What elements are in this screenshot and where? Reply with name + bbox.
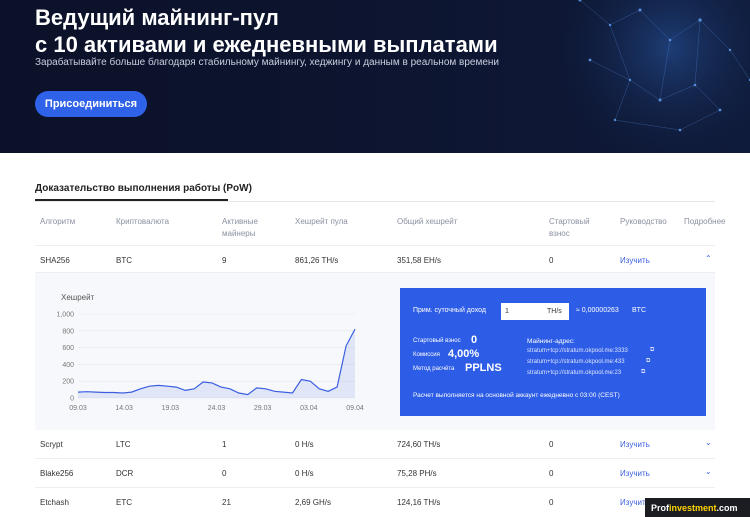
row-coin: LTC: [116, 440, 131, 449]
row-miners: 1: [222, 440, 227, 449]
series-area: [78, 329, 355, 398]
row-algorithm: Etchash: [40, 498, 69, 507]
y-tick-label: 400: [62, 362, 74, 369]
guide-link[interactable]: Изучить: [620, 469, 650, 478]
payout-note: Расчет выполняется на основной аккаунт е…: [413, 392, 620, 399]
income-currency: BTC: [632, 307, 646, 314]
mining-address: stratum+tcp://stratum.okpool.me:23: [527, 370, 622, 376]
guide-link[interactable]: Изучить: [620, 256, 650, 265]
start-fee-label: Стартовый взнос: [413, 338, 461, 344]
header-start-line1: Стартовый: [549, 217, 590, 226]
mining-address: stratum+tcp://stratum.okpool.me:433: [527, 359, 625, 365]
mining-address: stratum+tcp://stratum.okpool.me:3333: [527, 348, 628, 354]
chevron-down-icon[interactable]: ⌄: [705, 438, 712, 447]
chevron-down-icon[interactable]: ⌄: [705, 467, 712, 476]
copy-icon[interactable]: ⧉: [650, 347, 654, 354]
table-row[interactable]: Etchash ETC 21 2,69 GH/s 124,16 TH/s 0 И…: [35, 488, 715, 517]
row-coin: DCR: [116, 469, 134, 478]
hero-title-line2: с 10 активами и ежедневными выплатами: [35, 32, 498, 57]
row-algorithm: Scrypt: [40, 440, 63, 449]
method-label: Метод расчёта: [413, 366, 455, 372]
chevron-up-icon[interactable]: ⌃: [705, 254, 712, 263]
row-start-fee: 0: [549, 256, 554, 265]
hero-title-line1: Ведущий майнинг-пул: [35, 5, 279, 30]
header-start-line2: взнос: [549, 229, 570, 238]
start-fee-value: 0: [471, 334, 478, 346]
row-pool-hashrate: 2,69 GH/s: [295, 498, 332, 507]
income-label: Прим. суточный доход: [413, 307, 486, 314]
x-tick-label: 29.03: [254, 405, 272, 412]
copy-icon[interactable]: ⧉: [646, 358, 650, 365]
x-tick-label: 03.04: [300, 405, 318, 412]
header-guide: Руководство: [620, 217, 667, 226]
hashrate-unit: TH/s: [547, 308, 562, 315]
table-row[interactable]: SHA256 BTC 9 861,26 TH/s 351,58 EH/s 0 И…: [35, 245, 715, 273]
row-pool-hashrate: 861,26 TH/s: [295, 256, 339, 265]
header-algorithm: Алгоритм: [40, 217, 76, 226]
method-value: PPLNS: [465, 362, 502, 374]
row-pool-hashrate: 0 H/s: [295, 469, 314, 478]
commission-value: 4,00%: [448, 348, 480, 360]
mining-address-label: Майнинг-адрес:: [527, 338, 575, 345]
row-total-hashrate: 724,60 TH/s: [397, 440, 441, 449]
row-coin: BTC: [116, 256, 132, 265]
table-row[interactable]: Scrypt LTC 1 0 H/s 724,60 TH/s 0 Изучить…: [35, 430, 715, 459]
watermark-suffix: .com: [716, 502, 738, 513]
watermark-logo: Prof investment .com: [645, 498, 750, 517]
header-active-line1: Активные: [222, 217, 258, 226]
join-button[interactable]: Присоединиться: [35, 91, 147, 117]
commission-label: Комиссия: [413, 352, 440, 358]
x-tick-label: 19.03: [162, 405, 180, 412]
copy-icon[interactable]: ⧉: [641, 369, 645, 376]
row-total-hashrate: 75,28 PH/s: [397, 469, 437, 478]
row-miners: 0: [222, 469, 227, 478]
header-more: Подробнее: [684, 217, 726, 226]
x-tick-label: 09.04: [346, 405, 364, 412]
row-algorithm: Blake256: [40, 469, 74, 478]
row-start-fee: 0: [549, 498, 554, 507]
header-pool-hashrate: Хешрейт пула: [295, 217, 348, 226]
row-start-fee: 0: [549, 440, 554, 449]
hero-banner: Ведущий майнинг-пул с 10 активами и ежед…: [0, 0, 750, 153]
row-miners: 9: [222, 256, 227, 265]
globe-network-graphic: [550, 0, 750, 153]
row-algorithm: SHA256: [40, 256, 70, 265]
header-total-hashrate: Общий хешрейт: [397, 217, 458, 226]
tab-divider: [35, 201, 715, 202]
y-tick-label: 200: [62, 379, 74, 386]
y-tick-label: 1,000: [56, 312, 74, 319]
income-result: ≈ 0,00000263: [576, 307, 619, 314]
table-row[interactable]: Blake256 DCR 0 0 H/s 75,28 PH/s 0 Изучит…: [35, 459, 715, 488]
watermark-accent: investment: [669, 502, 717, 513]
y-tick-label: 600: [62, 345, 74, 352]
row-total-hashrate: 124,16 TH/s: [397, 498, 441, 507]
header-crypto: Криптовалюта: [116, 217, 170, 226]
guide-link[interactable]: Изучить: [620, 440, 650, 449]
x-tick-label: 24.03: [208, 405, 226, 412]
tab-pow[interactable]: Доказательство выполнения работы (PoW): [35, 183, 252, 194]
hashrate-input-value: 1: [505, 308, 509, 315]
y-tick-label: 0: [70, 396, 74, 403]
row-miners: 21: [222, 498, 231, 507]
x-tick-label: 09.03: [69, 405, 87, 412]
income-calculator: Прим. суточный доход 1 TH/s ≈ 0,00000263…: [400, 288, 706, 416]
row-total-hashrate: 351,58 EH/s: [397, 256, 442, 265]
row-pool-hashrate: 0 H/s: [295, 440, 314, 449]
x-tick-label: 14.03: [115, 405, 133, 412]
row-coin: ETC: [116, 498, 132, 507]
header-active-line2: майнеры: [222, 229, 256, 238]
watermark-prefix: Prof: [651, 502, 669, 513]
hashrate-chart: 0 200 400 600 800 1,000 09.03 14.03 19.03 24.03 29…: [56, 312, 364, 413]
header-active-miners: Активные майнеры: [222, 216, 258, 240]
y-tick-label: 800: [62, 328, 74, 335]
hero-subtitle: Зарабатывайте больше благодаря стабильно…: [35, 57, 500, 68]
header-start-fee: Стартовый взнос: [549, 216, 590, 240]
row-start-fee: 0: [549, 469, 554, 478]
